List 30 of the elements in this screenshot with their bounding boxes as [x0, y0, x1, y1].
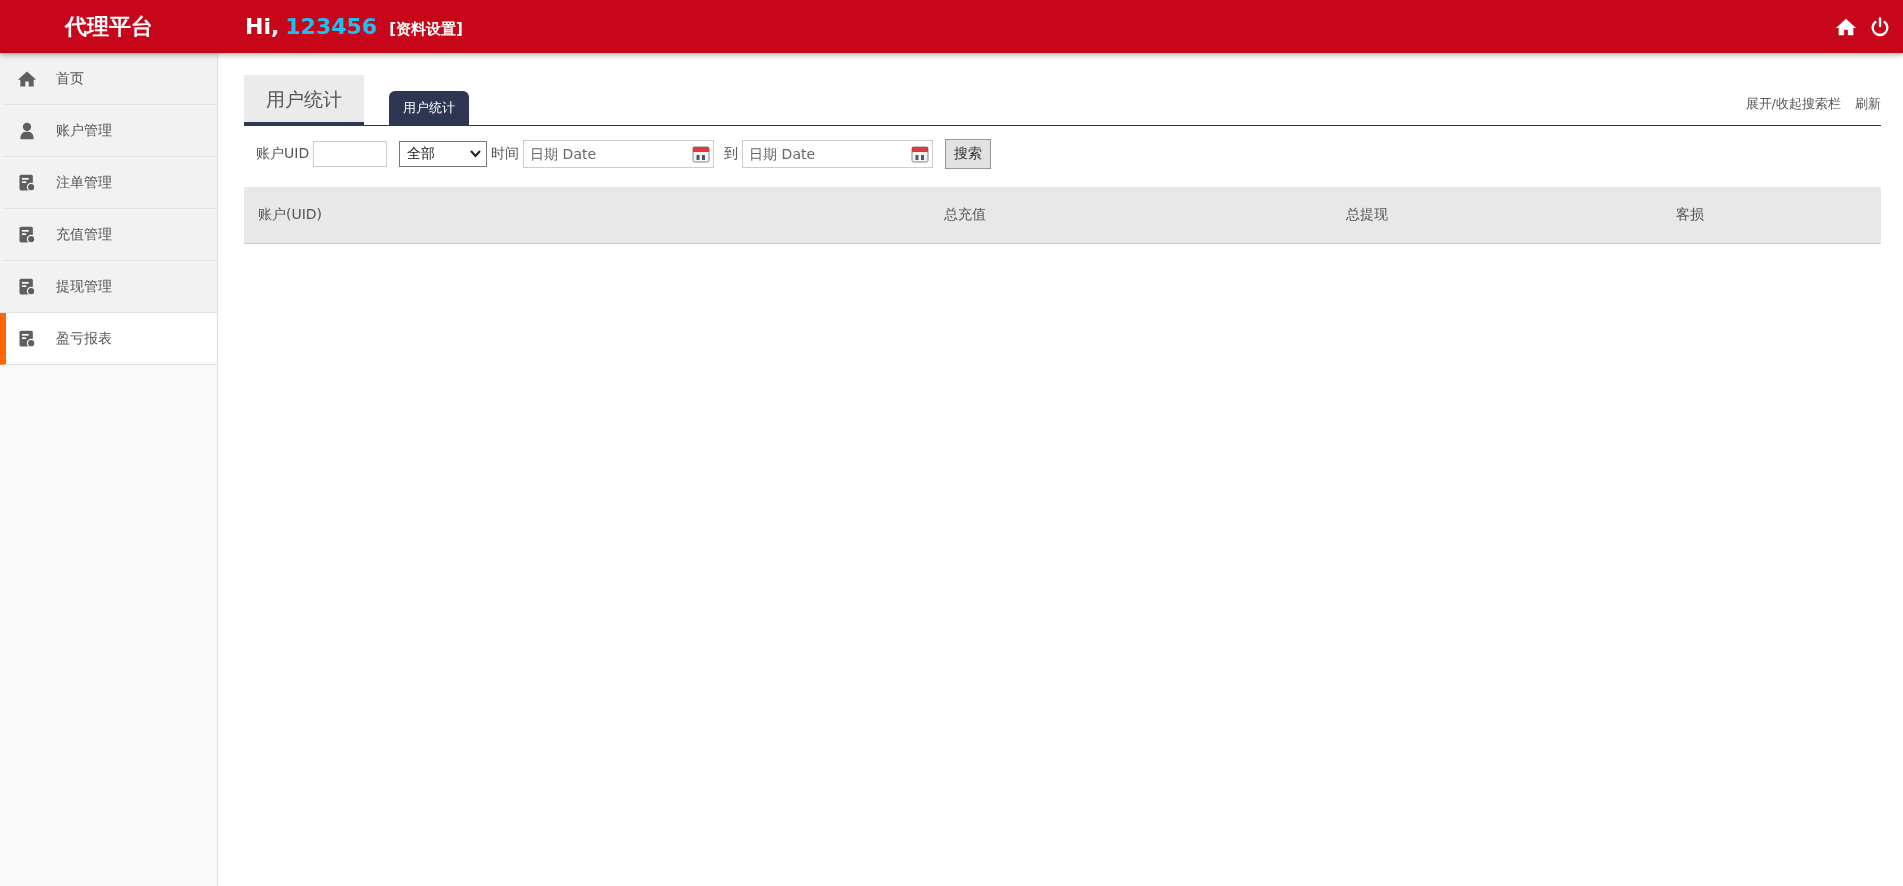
profile-settings-link[interactable]: [资料设置] — [389, 20, 463, 39]
sidebar-item[interactable]: 充值管理 — [0, 209, 217, 261]
greeting: Hi, — [245, 14, 280, 39]
calendar-icon[interactable] — [692, 145, 711, 163]
sidebar-item[interactable]: 注单管理 — [0, 157, 217, 209]
page-title: 用户统计 — [244, 75, 364, 125]
to-label: 到 — [724, 145, 739, 163]
column-header: 账户(UID) — [257, 206, 324, 224]
column-header: 总提现 — [1346, 206, 1388, 224]
username: 123456 — [285, 14, 378, 39]
sidebar-item[interactable]: 首页 — [0, 53, 217, 105]
app-title: 代理平台 — [63, 12, 154, 41]
column-header: 总充值 — [944, 206, 986, 224]
date-field[interactable]: 日期 Date — [523, 140, 715, 168]
power-icon[interactable] — [1869, 15, 1891, 38]
toolbar-link[interactable]: 刷新 — [1855, 95, 1881, 113]
column-header: 客损 — [1676, 206, 1704, 224]
tab[interactable]: 用户统计 — [389, 91, 469, 125]
sidebar-item[interactable]: 账户管理 — [0, 105, 217, 157]
toolbar-link[interactable]: 展开/收起搜索栏 — [1745, 95, 1841, 113]
sidebar-item[interactable]: 提现管理 — [0, 261, 217, 313]
uid-input[interactable] — [313, 141, 388, 167]
uid-label: 账户UID — [256, 145, 310, 163]
sidebar-item[interactable]: 盈亏报表 — [0, 313, 217, 365]
date-field[interactable]: 日期 Date — [742, 140, 934, 168]
chevron-icon — [470, 150, 482, 158]
search-button[interactable]: 搜索 — [945, 139, 992, 169]
status-select[interactable]: 全部 — [399, 141, 488, 167]
calendar-icon[interactable] — [911, 145, 930, 163]
time-label: 时间 — [491, 145, 520, 163]
